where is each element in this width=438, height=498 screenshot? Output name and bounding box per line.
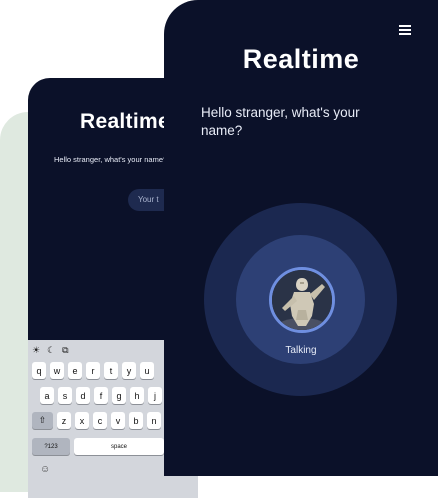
shift-key[interactable]: ⇧ — [32, 412, 53, 429]
key-a[interactable]: a — [40, 387, 54, 404]
theme-icon[interactable]: ☾ — [47, 344, 55, 356]
key-y[interactable]: y — [122, 362, 136, 379]
key-t[interactable]: t — [104, 362, 118, 379]
key-g[interactable]: g — [112, 387, 126, 404]
front-phone-screen: Realtime Hello stranger, what's your nam… — [164, 0, 438, 476]
key-x[interactable]: x — [75, 412, 89, 429]
emoji-icon[interactable]: ☺ — [40, 464, 50, 475]
key-s[interactable]: s — [58, 387, 72, 404]
assistant-avatar[interactable] — [269, 267, 335, 333]
hamburger-menu-icon[interactable] — [399, 25, 411, 35]
name-input-placeholder: Your t — [138, 195, 159, 204]
key-c[interactable]: c — [93, 412, 107, 429]
key-w[interactable]: w — [50, 362, 64, 379]
space-key[interactable]: space — [74, 438, 164, 455]
app-title: Realtime — [242, 44, 360, 74]
key-f[interactable]: f — [94, 387, 108, 404]
key-n[interactable]: n — [147, 412, 161, 429]
keyboard-row-3: ⇧ z x c v b n — [32, 412, 161, 429]
key-r[interactable]: r — [86, 362, 100, 379]
key-z[interactable]: z — [57, 412, 71, 429]
assistant-prompt: Hello stranger, what's your name? — [54, 155, 168, 164]
assistant-prompt: Hello stranger, what's your name? — [201, 105, 360, 138]
key-j[interactable]: j — [148, 387, 162, 404]
key-h[interactable]: h — [130, 387, 144, 404]
statue-image — [272, 270, 332, 330]
brightness-icon[interactable]: ☀ — [32, 344, 40, 356]
key-q[interactable]: q — [32, 362, 46, 379]
keyboard-row-2: a s d f g h j — [40, 387, 162, 404]
app-title: Realtime — [80, 110, 170, 133]
keyboard-row-1: q w e r t y u — [32, 362, 154, 379]
clipboard-icon[interactable]: ⧉ — [62, 344, 68, 356]
status-label: Talking — [285, 345, 317, 356]
keyboard-row-4: ?123 space — [32, 438, 164, 455]
key-b[interactable]: b — [129, 412, 143, 429]
key-u[interactable]: u — [140, 362, 154, 379]
keyboard-toolbar: ☀ ☾ ⧉ — [32, 344, 69, 356]
key-v[interactable]: v — [111, 412, 125, 429]
numbers-key[interactable]: ?123 — [32, 438, 70, 455]
key-e[interactable]: e — [68, 362, 82, 379]
key-d[interactable]: d — [76, 387, 90, 404]
